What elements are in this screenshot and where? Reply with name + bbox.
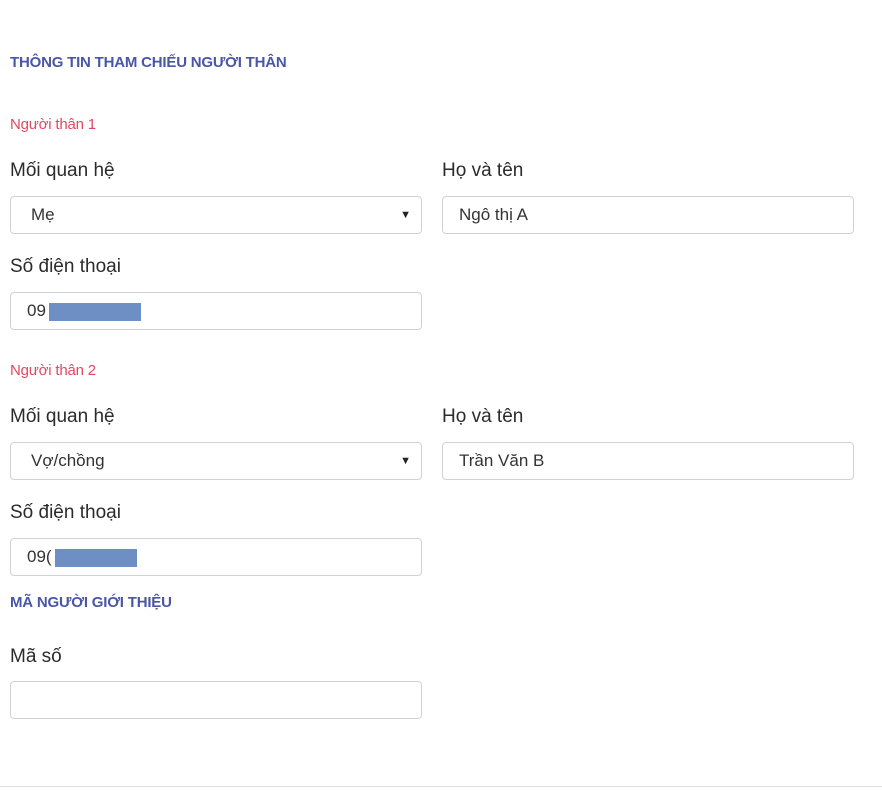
relative-1-relationship-label: Mối quan hệ [10, 160, 115, 181]
phone-redaction-mask [55, 549, 137, 567]
relative-2-relationship-label: Mối quan hệ [10, 406, 115, 427]
relative-1-name-input[interactable]: Ngô thị A [442, 196, 854, 234]
relative-1-heading: Người thân 1 [10, 116, 96, 133]
referrer-section-title: MÃ NGƯỜI GIỚI THIỆU [10, 594, 172, 611]
relative-2-name-label: Họ và tên [442, 406, 524, 427]
relative-2-phone-prefix: 09( [27, 547, 52, 566]
relative-1-phone-input[interactable]: 09 [10, 292, 422, 330]
referrer-code-input[interactable] [10, 681, 422, 719]
relative-1-phone-prefix: 09 [27, 301, 46, 320]
relative-2-heading: Người thân 2 [10, 362, 96, 379]
relative-1-relationship-value: Mẹ [31, 205, 55, 224]
relative-1-relationship-select[interactable]: Mẹ ▼ [10, 196, 422, 234]
relative-2-phone-label: Số điện thoại [10, 502, 121, 523]
referrer-code-label: Mã số [10, 646, 62, 667]
relative-1-name-label: Họ và tên [442, 160, 524, 181]
phone-redaction-mask [49, 303, 141, 321]
bottom-divider [0, 786, 882, 787]
dropdown-caret-icon: ▼ [400, 209, 411, 221]
dropdown-caret-icon: ▼ [400, 455, 411, 467]
relative-2-relationship-value: Vợ/chồng [31, 451, 105, 470]
relative-2-phone-input[interactable]: 09( [10, 538, 422, 576]
relative-1-phone-label: Số điện thoại [10, 256, 121, 277]
reference-section-title: THÔNG TIN THAM CHIẾU NGƯỜI THÂN [10, 54, 287, 71]
relative-2-name-input[interactable]: Trần Văn B [442, 442, 854, 480]
relative-2-relationship-select[interactable]: Vợ/chồng ▼ [10, 442, 422, 480]
